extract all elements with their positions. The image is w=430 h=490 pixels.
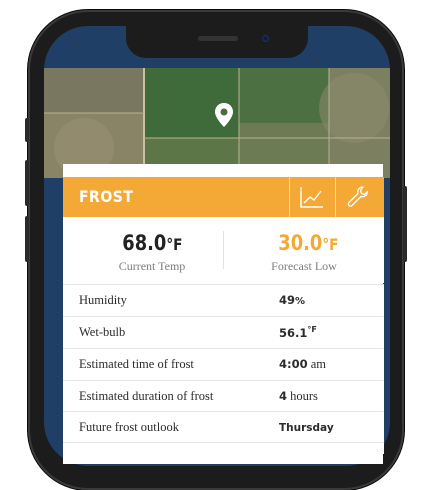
phone-volume-up-button [25,160,29,206]
phone-camera [262,35,269,42]
row-value: 49% [279,293,306,307]
phone-speaker [198,36,238,41]
frost-header: FROST [63,177,384,217]
location-pin-icon[interactable] [214,102,234,128]
row-label: Estimated time of frost [79,357,194,371]
forecast-low-label: Forecast Low [271,259,337,273]
humidity-row: Humidity 49% [63,284,384,316]
duration-of-frost-row: Estimated duration of frost 4 hours [63,380,384,412]
phone-volume-down-button [25,216,29,262]
phone-notch [126,26,308,58]
current-temp-value: 68.0°F [122,231,183,255]
frost-outlook-row[interactable]: Future frost outlook Thursday [63,411,384,443]
header-divider [289,177,290,217]
forecast-low-value: 30.0°F [278,231,339,255]
header-divider [335,177,336,217]
row-label: Humidity [79,293,127,307]
time-of-frost-row: Estimated time of frost 4:00 am [63,348,384,380]
wrench-icon[interactable] [346,185,372,209]
chart-icon[interactable] [299,185,325,209]
row-value: Thursday [279,422,334,434]
row-value: 56.1°F [279,325,317,341]
wet-bulb-row: Wet-bulb 56.1°F [63,316,384,348]
phone-side-button [25,118,29,142]
temps-divider [223,231,224,269]
next-row [63,442,384,454]
frost-title: FROST [79,187,134,206]
row-value: 4:00 am [279,357,327,371]
row-label: Future frost outlook [79,420,179,434]
row-value: 4 hours [279,389,318,403]
current-temp-label: Current Temp [118,259,186,273]
row-label: Estimated duration of frost [79,389,214,403]
row-label: Wet-bulb [79,325,126,339]
phone-power-button [403,186,407,262]
